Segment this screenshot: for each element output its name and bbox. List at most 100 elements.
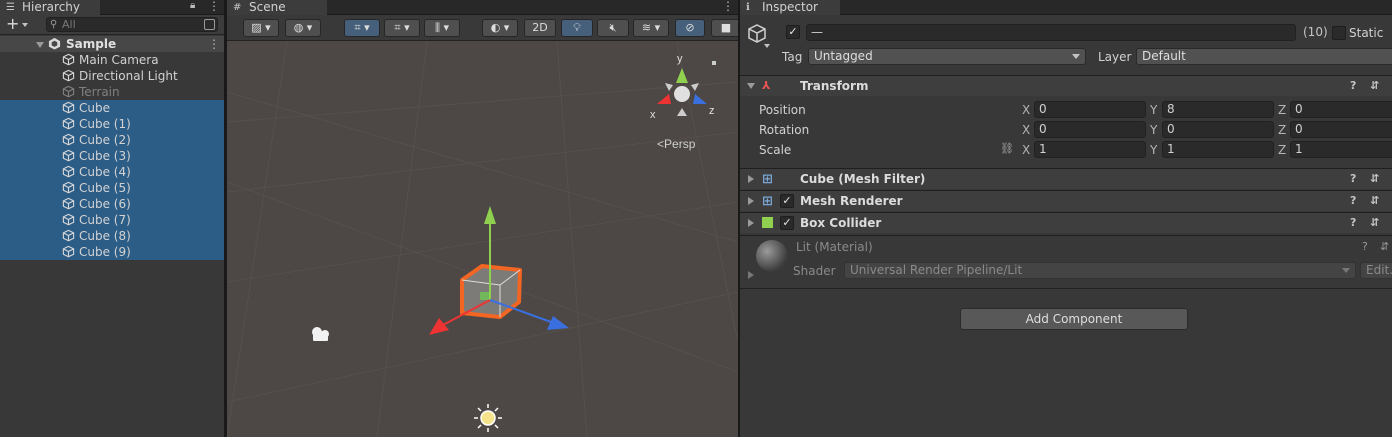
component-enabled-checkbox[interactable]: ✓ [780, 194, 794, 208]
layer-dropdown[interactable]: Default [1136, 48, 1392, 65]
panel-splitter[interactable] [224, 0, 227, 437]
axis-label-z: Z [1278, 103, 1287, 117]
grid-icon: ⌗ ▾ [394, 21, 410, 34]
scene-viewport[interactable]: y x z <Persp [227, 42, 738, 437]
component-header[interactable]: ⊞ ✓ Mesh Renderer? ⇵ [740, 190, 1392, 211]
sphere-icon: ◐ ▾ [490, 21, 510, 34]
transform-header[interactable]: ⅄ Transform ? ⇵ [740, 75, 1392, 96]
hierarchy-item[interactable]: Cube (4) [0, 164, 224, 180]
hierarchy-item[interactable]: Cube (8) [0, 228, 224, 244]
more-menu-icon[interactable]: ⋮ [208, 36, 220, 52]
fold-arrow-icon[interactable] [748, 175, 754, 183]
layers-icon: ≋ ▾ [641, 21, 661, 34]
hierarchy-item[interactable]: Cube (1) [0, 116, 224, 132]
help-icon[interactable]: ? [1350, 76, 1356, 96]
rotation-x-field[interactable]: 0 [1034, 121, 1146, 138]
gizmo-center[interactable] [674, 86, 690, 102]
axis-label-y: Y [1150, 143, 1158, 157]
increment-snap-dropdown[interactable]: ⫼ ▾ [424, 19, 460, 37]
tab-inspector[interactable]: ℹ︎ Inspector [740, 0, 840, 15]
help-icon[interactable]: ? [1362, 240, 1368, 253]
projection-label[interactable]: <Persp [657, 137, 696, 151]
move-plane-handle[interactable] [480, 292, 489, 300]
camera-dropdown[interactable]: ■ [711, 19, 738, 37]
global-local-dropdown[interactable]: ◍ ▾ [285, 19, 321, 37]
scale-x-field[interactable]: 1 [1034, 141, 1146, 158]
fold-arrow-icon[interactable] [748, 197, 754, 205]
panel-splitter[interactable] [738, 0, 740, 437]
cube-object-icon[interactable] [747, 23, 767, 45]
chevron-down-icon[interactable] [764, 44, 770, 48]
inspector-panel: ℹ︎ Inspector ✓ — (10) Static Tag Untagge… [740, 0, 1392, 437]
hierarchy-item[interactable]: Cube (5) [0, 180, 224, 196]
settings-sliders-icon[interactable]: ⇵ [1370, 169, 1379, 189]
component-header[interactable]: ⊞ Cube (Mesh Filter)? ⇵ [740, 168, 1392, 189]
gameobject-icon [62, 181, 75, 194]
settings-sliders-icon[interactable]: ⇵ [1370, 191, 1379, 211]
lock-icon[interactable]: 🔒︎ [190, 0, 195, 11]
rotation-y-field[interactable]: 0 [1162, 121, 1274, 138]
material-preview-sphere[interactable] [756, 240, 788, 272]
hierarchy-item[interactable]: Cube (3) [0, 148, 224, 164]
settings-sliders-icon[interactable]: ⇵ [1380, 240, 1389, 253]
tab-hierarchy[interactable]: ☰ Hierarchy [0, 0, 100, 15]
tab-scene[interactable]: # Scene [227, 0, 327, 15]
fold-arrow-icon[interactable] [36, 42, 44, 48]
hierarchy-item[interactable]: Cube (9) [0, 244, 224, 260]
add-icon[interactable]: + [6, 15, 19, 33]
effects-dropdown[interactable]: ≋ ▾ [633, 19, 669, 37]
help-icon[interactable]: ? [1350, 191, 1356, 211]
link-icon[interactable]: ⛓ [1000, 142, 1014, 155]
settings-sliders-icon[interactable]: ⇵ [1370, 76, 1379, 96]
position-z-field[interactable]: 0 [1290, 101, 1392, 118]
gameobject-icon [62, 117, 75, 130]
fold-arrow-icon[interactable] [748, 271, 754, 279]
active-checkbox[interactable]: ✓ [786, 25, 800, 39]
filter-icon[interactable] [204, 19, 215, 30]
hierarchy-item[interactable]: Cube (7) [0, 212, 224, 228]
tag-label: Tag [782, 50, 803, 64]
draw-mode-dropdown[interactable]: ▨ ▾ [243, 19, 279, 37]
grid-snap-dropdown[interactable]: ⌗ ▾ [344, 19, 380, 37]
chevron-down-icon[interactable] [22, 23, 28, 27]
shading-mode-dropdown[interactable]: ◐ ▾ [482, 19, 518, 37]
scene-view[interactable]: # Scene ⋮ ▨ ▾ ◍ ▾ ⌗ ▾ ⌗ ▾ ⫼ ▾ ◐ ▾ 2D 💡︎ … [227, 0, 738, 437]
scale-z-field[interactable]: 1 [1290, 141, 1392, 158]
more-menu-icon[interactable]: ⋮ [208, 0, 220, 13]
hierarchy-toolbar: + ⚲ All [0, 15, 224, 35]
scene-root-row[interactable]: Sample ⋮ [0, 36, 224, 52]
scene-toolbar: ▨ ▾ ◍ ▾ ⌗ ▾ ⌗ ▾ ⫼ ▾ ◐ ▾ 2D 💡︎ 🔇︎ ≋ ▾ ⊘ ■ [227, 15, 738, 41]
add-component-button[interactable]: Add Component [960, 308, 1188, 330]
rotation-z-field[interactable]: 0 [1290, 121, 1392, 138]
object-name-field[interactable]: — [806, 24, 1296, 41]
visibility-toggle[interactable]: ⊘ [675, 19, 705, 37]
shader-dropdown[interactable]: Universal Render Pipeline/Lit [844, 262, 1356, 279]
hierarchy-item[interactable]: Cube [0, 100, 224, 116]
grid-visibility-dropdown[interactable]: ⌗ ▾ [384, 19, 420, 37]
hierarchy-item[interactable]: Cube (6) [0, 196, 224, 212]
audio-toggle[interactable]: 🔇︎ [597, 19, 629, 37]
hierarchy-item[interactable]: Cube (2) [0, 132, 224, 148]
settings-sliders-icon[interactable]: ⇵ [1370, 213, 1379, 233]
more-menu-icon[interactable]: ⋮ [722, 0, 734, 13]
mode-2d-button[interactable]: 2D [524, 19, 556, 37]
static-checkbox[interactable] [1332, 26, 1346, 40]
position-x-field[interactable]: 0 [1034, 101, 1146, 118]
lighting-toggle[interactable]: 💡︎ [561, 19, 593, 37]
position-y-field[interactable]: 8 [1162, 101, 1274, 118]
fold-arrow-icon[interactable] [747, 83, 755, 89]
search-input[interactable]: ⚲ All [46, 17, 218, 32]
hierarchy-item[interactable]: Terrain [0, 84, 224, 100]
edit-shader-button[interactable]: Edit... [1360, 262, 1392, 279]
component-enabled-checkbox[interactable]: ✓ [780, 216, 794, 230]
help-icon[interactable]: ? [1350, 213, 1356, 233]
eye-off-icon: ⊘ [685, 21, 695, 34]
fold-arrow-icon[interactable] [748, 219, 754, 227]
tag-dropdown[interactable]: Untagged [808, 48, 1086, 65]
hierarchy-item[interactable]: Main Camera [0, 52, 224, 68]
component-header[interactable]: ✓ Box Collider? ⇵ [740, 212, 1392, 233]
transform-icon: ⅄ [762, 79, 771, 92]
scale-y-field[interactable]: 1 [1162, 141, 1274, 158]
hierarchy-item[interactable]: Directional Light [0, 68, 224, 84]
help-icon[interactable]: ? [1350, 169, 1356, 189]
